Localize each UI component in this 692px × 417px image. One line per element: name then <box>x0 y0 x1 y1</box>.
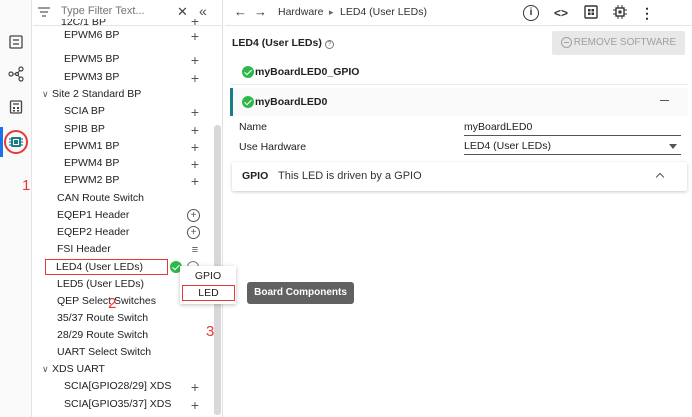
register-view-icon[interactable] <box>8 34 24 50</box>
instance-label: myBoardLED0_GPIO <box>255 66 360 78</box>
annotation-step-1: 1 <box>22 177 31 194</box>
hardware-tree-panel: ✕ « 12C/1 BP + EPWM6 BP + EPWM5 BP + EPW… <box>33 0 223 417</box>
page-title: LED4 (User LEDs)? <box>232 37 334 49</box>
tree-item-spib[interactable]: SPIB BP <box>64 121 105 138</box>
use-hardware-label: Use Hardware <box>239 141 307 153</box>
add-icon[interactable]: + <box>189 19 201 27</box>
tree-item-qep-select[interactable]: QEP Select Switches <box>57 293 156 310</box>
activity-bar <box>0 0 32 417</box>
tree-group-xds-uart[interactable]: ∨ XDS UART <box>42 361 105 378</box>
tree-item-can-route[interactable]: CAN Route Switch <box>57 190 144 207</box>
add-icon[interactable]: + <box>189 156 201 173</box>
tree-item-led5[interactable]: LED5 (User LEDs) <box>57 276 144 293</box>
board-view-icon[interactable] <box>583 5 599 21</box>
tree-item-28-29-route[interactable]: 28/29 Route Switch <box>57 327 148 344</box>
tooltip: Board Components <box>247 282 354 304</box>
add-icon[interactable]: + <box>189 70 201 87</box>
tree-item-35-37-route[interactable]: 35/37 Route Switch <box>57 310 148 327</box>
gpio-section-desc: This LED is driven by a GPIO <box>278 170 422 182</box>
tree-item-led4[interactable]: LED4 (User LEDs) <box>45 259 168 275</box>
name-label: Name <box>239 121 268 133</box>
tree-group-site2[interactable]: ∨ Site 2 Standard BP <box>42 86 141 103</box>
tree-item-uart-select[interactable]: UART Select Switch <box>57 344 151 361</box>
tree-item-epwm3[interactable]: EPWM3 BP <box>64 69 119 86</box>
tree-item-epwm2[interactable]: EPWM2 BP <box>64 172 119 189</box>
back-arrow-icon[interactable]: ← <box>234 4 247 19</box>
tree-item-scia-35-37[interactable]: SCIA[GPIO35/37] XDS <box>64 396 171 413</box>
breadcrumb-separator-icon: ▸ <box>329 7 334 17</box>
instance-label: myBoardLED0 <box>255 96 328 108</box>
add-component-menu: GPIO LED <box>180 266 236 304</box>
remove-circle-icon <box>560 36 572 48</box>
tree-item-epwm1[interactable]: EPWM1 BP <box>64 138 119 155</box>
add-circle-icon[interactable]: + <box>187 209 200 222</box>
filter-input[interactable] <box>61 5 171 17</box>
calculator-icon[interactable] <box>8 99 24 115</box>
add-icon[interactable]: + <box>189 173 201 190</box>
chevron-down-icon: ∨ <box>42 364 49 374</box>
top-bar: ← → Hardware ▸ LED4 (User LEDs) i <> ⋮ <box>225 0 692 26</box>
add-icon[interactable]: + <box>189 104 201 121</box>
use-hardware-value: LED4 (User LEDs) <box>464 140 551 152</box>
use-hardware-select[interactable]: LED4 (User LEDs) <box>464 139 681 155</box>
remove-software-button[interactable]: REMOVE SOFTWARE <box>552 31 685 55</box>
name-field[interactable]: myBoardLED0 <box>464 120 681 136</box>
tree-item-i2c[interactable]: 12C/1 BP <box>61 19 106 27</box>
chevron-down-icon: ∨ <box>42 89 49 99</box>
dropdown-arrow-icon <box>669 144 677 149</box>
gpio-section[interactable]: GPIO This LED is driven by a GPIO <box>232 162 687 191</box>
breadcrumb-current: LED4 (User LEDs) <box>340 6 427 18</box>
menu-item-led[interactable]: LED <box>182 285 235 301</box>
tree-item-scia-28-29[interactable]: SCIA[GPIO28/29] XDS <box>64 378 171 395</box>
check-icon <box>242 96 254 108</box>
annotation-circle <box>4 130 28 154</box>
instance-row[interactable]: myBoardLED0_GPIO <box>230 59 688 85</box>
tree-item-fsi[interactable]: FSI Header <box>57 241 111 258</box>
collapse-panel-icon[interactable]: « <box>199 3 207 19</box>
annotation-step-2: 2 <box>108 295 117 312</box>
breadcrumb-root[interactable]: Hardware <box>278 6 324 18</box>
add-circle-icon[interactable]: + <box>187 226 200 239</box>
menu-item-gpio[interactable]: GPIO <box>180 268 236 285</box>
forward-arrow-icon[interactable]: → <box>254 4 267 19</box>
add-icon[interactable]: + <box>189 52 201 69</box>
clear-filter-icon[interactable]: ✕ <box>177 4 188 20</box>
tree-item-eqep2[interactable]: EQEP2 Header <box>57 224 129 241</box>
tree-item-scia[interactable]: SCIA BP <box>64 103 105 120</box>
help-icon[interactable]: ? <box>324 40 334 49</box>
annotation-step-3: 3 <box>206 323 215 340</box>
tree-item-epwm6[interactable]: EPWM6 BP <box>64 27 119 44</box>
gpio-section-title: GPIO <box>242 170 269 182</box>
chip-icon[interactable] <box>612 5 628 21</box>
add-list-icon[interactable]: ≡ <box>189 242 201 259</box>
add-icon[interactable]: + <box>189 397 201 414</box>
code-view-icon[interactable]: <> <box>553 5 569 21</box>
tree-item-epwm5[interactable]: EPWM5 BP <box>64 51 119 68</box>
active-indicator <box>0 127 3 157</box>
collapse-icon[interactable] <box>660 100 669 101</box>
instance-row-selected[interactable]: myBoardLED0 <box>230 88 688 116</box>
check-icon <box>242 66 254 78</box>
more-vertical-icon[interactable]: ⋮ <box>639 5 655 21</box>
topology-icon[interactable] <box>8 66 24 82</box>
add-icon[interactable]: + <box>189 379 201 396</box>
add-icon[interactable]: + <box>189 28 201 45</box>
filter-icon[interactable] <box>38 7 50 20</box>
info-icon[interactable]: i <box>523 5 539 21</box>
add-icon[interactable]: + <box>189 139 201 156</box>
tree-item-epwm4[interactable]: EPWM4 BP <box>64 155 119 172</box>
tree-item-eqep1[interactable]: EQEP1 Header <box>57 207 129 224</box>
chevron-up-icon[interactable] <box>655 172 665 182</box>
add-icon[interactable]: + <box>189 122 201 139</box>
